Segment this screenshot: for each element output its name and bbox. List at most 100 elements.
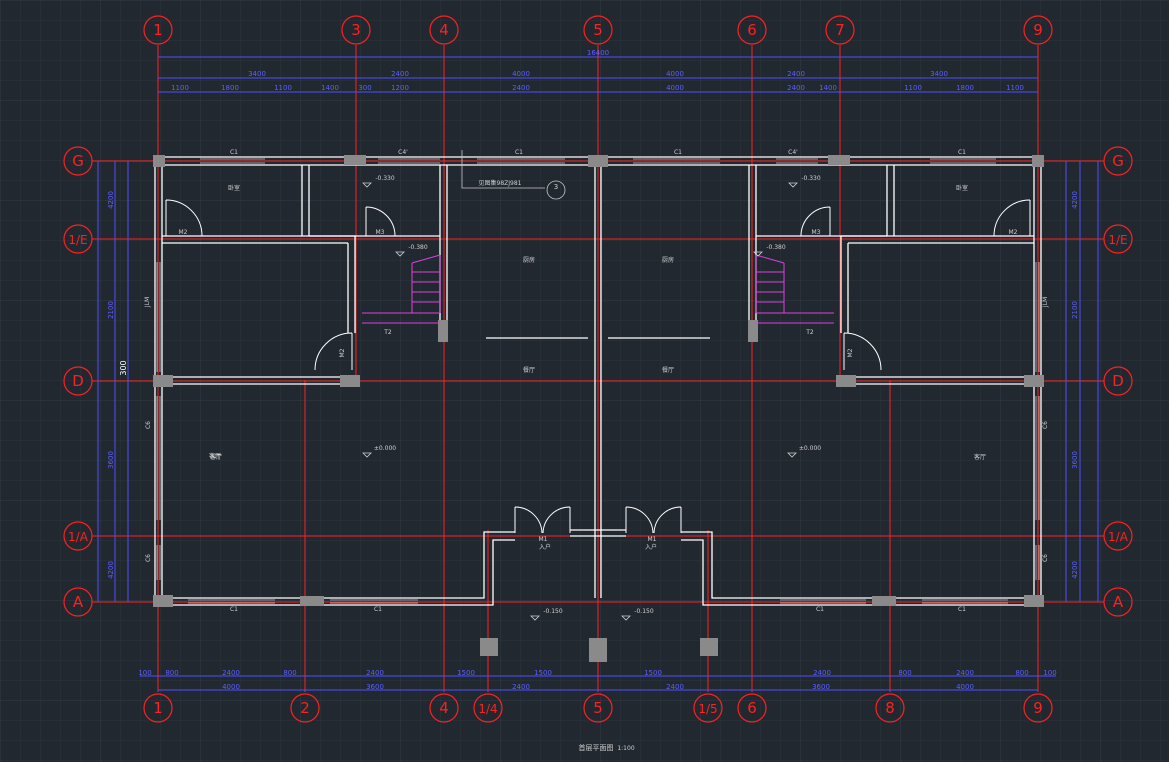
dim-bottom-row2: 4000: [956, 683, 974, 691]
door-label: M1: [539, 536, 548, 543]
axis-bubble-top-label: 6: [747, 21, 757, 39]
axis-bubble-bottom-label: 9: [1033, 699, 1043, 717]
detail-ref-text: 见图集98ZJ981: [479, 179, 522, 187]
level-text: -0.150: [634, 608, 654, 615]
room-label: 餐厅: [662, 366, 674, 374]
window-label: C6: [145, 554, 152, 562]
dim-top-row2: 1100: [1006, 84, 1024, 92]
axis-bubble-right-label: G: [1112, 152, 1124, 170]
axis-bubble-bottom-label: 4: [439, 699, 449, 717]
axis-bubble-top-label: 1: [153, 21, 163, 39]
entry-label: 入户: [539, 543, 551, 551]
axis-bubble-top-label: 4: [439, 21, 449, 39]
window-label: C1: [958, 606, 966, 613]
room-label: 厨房: [523, 256, 535, 264]
dim-bottom-row1: 2400: [813, 669, 831, 677]
room-label: 客厅: [974, 453, 986, 461]
level-text: ±0.000: [374, 445, 396, 452]
window-label: C6: [1042, 421, 1049, 429]
room-label: 厨房: [662, 256, 674, 264]
dim-top-row2: 1400: [321, 84, 339, 92]
dim-total-top: 16400: [587, 49, 609, 57]
axis-bubble-left-label: G: [72, 152, 84, 170]
level-text: -0.330: [375, 175, 395, 182]
level-text: -0.330: [801, 175, 821, 182]
dim-bottom-row1: 800: [898, 669, 911, 677]
dim-bottom-row1: 1500: [534, 669, 552, 677]
dim-bottom-row2: 2400: [512, 683, 530, 691]
stair-label: T2: [383, 329, 392, 336]
window-label: C4': [398, 149, 408, 156]
dim-bottom-row2: 2400: [666, 683, 684, 691]
level-text: -0.380: [766, 244, 786, 251]
door-label: M3: [376, 229, 385, 236]
dim-bottom-row1: 2400: [222, 669, 240, 677]
axis-bubble-top-label: 3: [351, 21, 361, 39]
dim-bottom-row1: 100: [138, 669, 151, 677]
dim-bottom-row1: 2400: [956, 669, 974, 677]
door-label: M2: [1009, 229, 1018, 236]
dim-bottom-row2: 3600: [812, 683, 830, 691]
dim-right: 2100: [1071, 301, 1079, 319]
window-label: C1: [958, 149, 966, 156]
dim-bottom-row1: 2400: [366, 669, 384, 677]
axis-bubble-left-label: 1/E: [68, 233, 87, 247]
dim-top-row1: 2400: [391, 70, 409, 78]
dim-bottom-row1: 800: [283, 669, 296, 677]
window-label: C6: [145, 421, 152, 429]
axis-bubble-right-label: A: [1113, 593, 1124, 611]
dim-bottom-row2: 3600: [366, 683, 384, 691]
axis-bubble-bottom-label: 1/5: [698, 702, 717, 716]
door-label: M1: [648, 536, 657, 543]
dim-top-row2: 2400: [512, 84, 530, 92]
window-label: C1: [230, 149, 238, 156]
axis-bubble-bottom-label: 5: [593, 699, 603, 717]
dim-bottom-row1: 800: [1015, 669, 1028, 677]
room-label: 客厅: [210, 453, 222, 461]
dim-top-row1: 2400: [787, 70, 805, 78]
dim-top-row2: 1800: [956, 84, 974, 92]
dim-top-row2: 1100: [171, 84, 189, 92]
detail-number: 3: [554, 183, 558, 191]
window-label: C1: [816, 606, 824, 613]
dim-top-row2: 300: [358, 84, 371, 92]
axis-bubble-right-label: 1/A: [1108, 530, 1129, 544]
axis-bubble-bottom-label: 1/4: [478, 702, 497, 716]
floor-plan-canvas[interactable]: 1 3 4 5 6 7 9 1 2 4 1/4 5 1/5 6 8 9 G 1/E D 1/A A G 1/E D 1/A A 16…: [0, 0, 1169, 762]
level-text: -0.150: [543, 608, 563, 615]
dim-right: 3600: [1071, 451, 1079, 469]
door-label: M2: [847, 348, 854, 357]
axis-bubble-left-label: D: [72, 372, 84, 390]
dim-bottom-row1: 1500: [457, 669, 475, 677]
axis-bubble-right-label: 1/E: [1108, 233, 1127, 247]
stair-label: T2: [805, 329, 814, 336]
dim-top-row2: 1200: [391, 84, 409, 92]
axis-bubble-top-label: 9: [1033, 21, 1043, 39]
dim-top-row1: 3400: [248, 70, 266, 78]
level-text: ±0.000: [799, 445, 821, 452]
window-label: JLM: [1042, 297, 1049, 308]
dim-top-row1: 4000: [512, 70, 530, 78]
room-label: 卧室: [228, 184, 240, 192]
door-label: M2: [179, 229, 188, 236]
entry-label: 入户: [645, 543, 657, 551]
drawing-title: 首层平面图: [579, 743, 614, 752]
axis-bubble-left-label: 1/A: [68, 530, 89, 544]
window-label: C1: [230, 606, 238, 613]
dim-left: 4200: [107, 191, 115, 209]
dim-right: 4200: [1071, 191, 1079, 209]
dim-left: 4200: [107, 561, 115, 579]
dim-top-row2: 1800: [221, 84, 239, 92]
axis-bubble-top-label: 7: [835, 21, 845, 39]
level-text: -0.380: [408, 244, 428, 251]
window-label: C1: [374, 606, 382, 613]
window-label: C4': [788, 149, 798, 156]
dim-top-row1: 4000: [666, 70, 684, 78]
drawing-scale: 1:100: [617, 745, 634, 752]
dim-bottom-row1: 800: [165, 669, 178, 677]
window-label: C6: [1042, 554, 1049, 562]
dim-top-row2: 2400: [787, 84, 805, 92]
axis-bubble-bottom-label: 1: [153, 699, 163, 717]
dim-top-row2: 1100: [904, 84, 922, 92]
room-label: 餐厅: [523, 366, 535, 374]
